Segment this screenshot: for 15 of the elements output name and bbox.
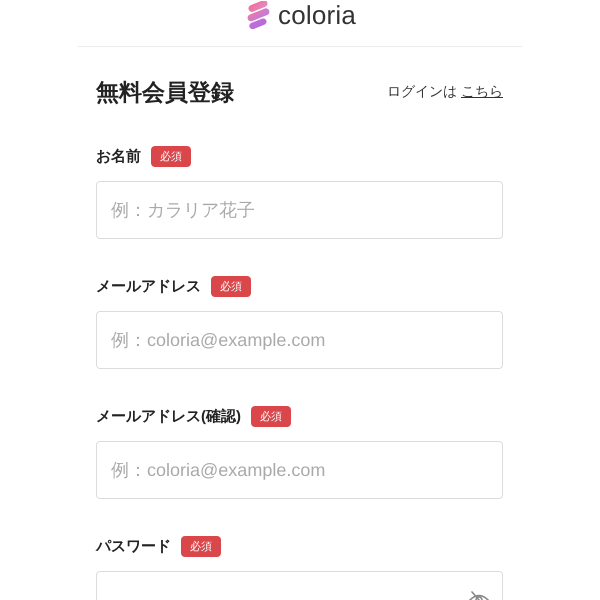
- input-field[interactable]: 例：coloria@example.com: [96, 441, 503, 499]
- required-badge: 必須: [151, 146, 191, 167]
- field-label: メールアドレス: [96, 277, 201, 296]
- required-badge: 必須: [181, 536, 221, 557]
- page-title: 無料会員登録: [96, 78, 234, 107]
- input-field[interactable]: 例：カラリア花子: [96, 181, 503, 239]
- field-label: メールアドレス(確認): [96, 407, 241, 426]
- login-prompt: ログインは: [387, 83, 457, 101]
- required-badge: 必須: [251, 406, 291, 427]
- login-link[interactable]: こちら: [461, 83, 503, 101]
- field-label: お名前: [96, 147, 141, 166]
- required-badge: 必須: [211, 276, 251, 297]
- input-field[interactable]: 例：coloria@example.com: [96, 311, 503, 369]
- field-label: パスワード: [96, 537, 171, 556]
- logo-text: coloria: [278, 0, 356, 28]
